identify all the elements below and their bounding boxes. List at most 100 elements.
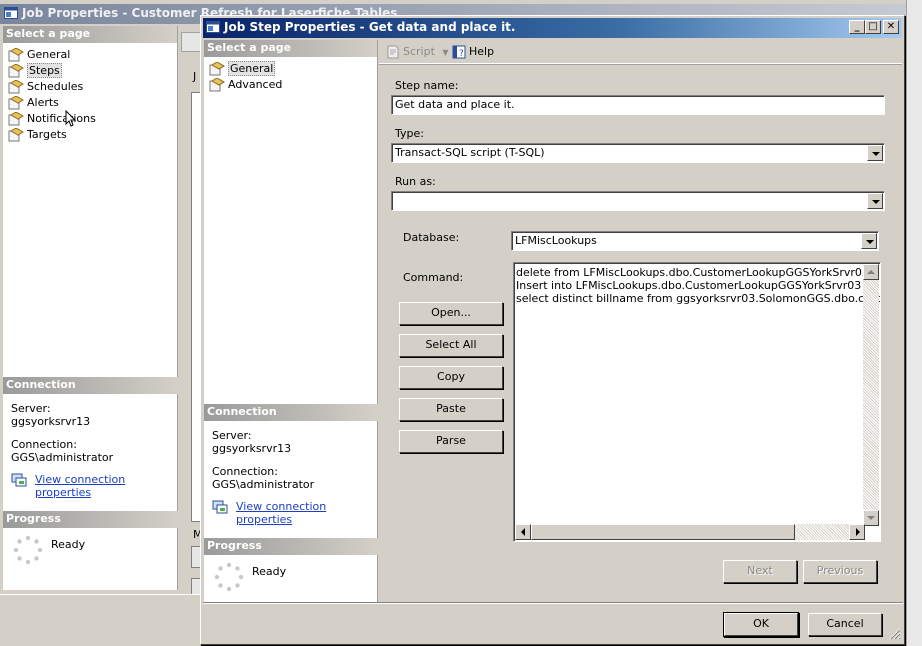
step-name-input[interactable]: Get data and place it. <box>391 95 885 115</box>
scroll-down-button[interactable] <box>863 510 879 526</box>
progress-spinner-icon <box>214 562 244 592</box>
page-icon <box>8 80 24 94</box>
help-button[interactable]: ? Help <box>449 44 494 60</box>
chevron-down-icon: ▼ <box>442 48 449 57</box>
page-icon <box>8 64 24 78</box>
connection-header: Connection <box>204 404 378 421</box>
step-name-label: Step name: <box>395 79 459 92</box>
run-as-label: Run as: <box>395 175 436 188</box>
type-label: Type: <box>395 127 424 140</box>
select-page-header: Select a page <box>204 40 377 57</box>
page-item-schedules[interactable]: Schedules <box>3 79 177 95</box>
chevron-down-icon[interactable] <box>867 145 883 161</box>
chevron-left-icon <box>521 528 525 536</box>
chevron-down-icon[interactable] <box>867 193 883 209</box>
background-window-edge <box>906 0 922 646</box>
app-icon <box>4 7 18 19</box>
chevron-down-icon[interactable] <box>861 233 877 249</box>
job-properties-left-pane: Select a page General Steps Schedules Al… <box>3 26 178 590</box>
type-select[interactable]: Transact-SQL script (T-SQL) <box>391 143 885 163</box>
cancel-button[interactable]: Cancel <box>808 613 882 636</box>
command-label: Command: <box>403 271 464 284</box>
page-item-advanced[interactable]: Advanced <box>204 77 377 93</box>
connection-value: GGS\administrator <box>212 478 315 491</box>
page-icon <box>8 96 24 110</box>
progress-section: Progress Ready <box>3 511 178 565</box>
dialog-left-pane: Select a page General Advanced Connectio… <box>204 40 378 602</box>
dialog-titlebar[interactable]: Job Step Properties - Get data and place… <box>203 18 902 38</box>
scroll-left-button[interactable] <box>515 524 531 540</box>
dialog-toolbar: Script ▼ ? Help <box>379 40 902 64</box>
app-icon <box>206 21 220 33</box>
connection-section: Connection Server: ggsyorksrvr13 Connect… <box>204 404 378 526</box>
page-icon <box>8 48 24 62</box>
resize-grip-icon[interactable] <box>889 628 901 640</box>
script-icon <box>387 45 399 59</box>
progress-status: Ready <box>51 538 86 551</box>
database-label: Database: <box>403 231 460 244</box>
ok-button[interactable]: OK <box>724 613 798 636</box>
server-label: Server: <box>212 429 252 442</box>
parse-button[interactable]: Parse <box>399 430 503 453</box>
progress-section: Progress Ready <box>204 538 378 592</box>
dialog-footer: OK Cancel <box>203 602 903 642</box>
command-text: delete from LFMiscLookups.dbo.CustomerLo… <box>516 266 880 305</box>
page-item-steps[interactable]: Steps <box>3 63 177 79</box>
maximize-icon: □ <box>868 21 878 32</box>
horizontal-scroll-thumb[interactable] <box>531 524 795 540</box>
select-all-button[interactable]: Select All <box>399 334 503 357</box>
open-button[interactable]: Open... <box>399 302 503 325</box>
progress-header: Progress <box>204 538 378 555</box>
connection-label: Connection: <box>11 438 77 451</box>
page-item-notifications[interactable]: Notifications <box>3 111 177 127</box>
page-icon <box>8 112 24 126</box>
connection-icon <box>212 500 228 514</box>
help-icon: ? <box>452 45 466 59</box>
chevron-up-icon <box>867 270 875 274</box>
minimize-button[interactable]: _ <box>849 20 865 34</box>
chevron-down-icon <box>867 516 875 520</box>
progress-status: Ready <box>252 565 287 578</box>
page-item-targets[interactable]: Targets <box>3 127 177 143</box>
server-value: ggsyorksrvr13 <box>11 415 91 428</box>
close-button[interactable]: ✕ <box>883 20 899 34</box>
page-item-general[interactable]: General <box>3 47 177 63</box>
dialog-right-pane: Script ▼ ? Help Step name: Get data and … <box>379 40 902 602</box>
svg-text:?: ? <box>459 49 464 59</box>
run-as-select[interactable] <box>391 191 885 211</box>
connection-header: Connection <box>3 377 178 394</box>
script-button[interactable]: Script ▼ <box>383 44 449 60</box>
scroll-right-button[interactable] <box>849 524 865 540</box>
maximize-button[interactable]: □ <box>865 20 881 34</box>
copy-button[interactable]: Copy <box>399 366 503 389</box>
page-item-alerts[interactable]: Alerts <box>3 95 177 111</box>
connection-icon <box>11 473 27 487</box>
job-step-properties-dialog: Job Step Properties - Get data and place… <box>200 15 905 645</box>
page-icon <box>8 128 24 142</box>
next-button[interactable]: Next <box>723 560 797 583</box>
paste-button[interactable]: Paste <box>399 398 503 421</box>
page-icon <box>209 78 225 92</box>
progress-header: Progress <box>3 511 178 528</box>
close-icon: ✕ <box>886 21 896 32</box>
chevron-right-icon <box>856 528 860 536</box>
command-textarea[interactable]: delete from LFMiscLookups.dbo.CustomerLo… <box>513 262 881 542</box>
connection-value: GGS\administrator <box>11 451 114 464</box>
bg-partial-label-j: J <box>193 70 197 83</box>
server-label: Server: <box>11 402 51 415</box>
mouse-cursor-icon <box>65 110 77 127</box>
database-select[interactable]: LFMiscLookups <box>511 231 879 251</box>
view-connection-properties-link[interactable]: View connection properties <box>236 500 378 526</box>
dialog-title: Job Step Properties - Get data and place… <box>224 20 516 34</box>
minimize-icon: _ <box>854 21 860 32</box>
progress-spinner-icon <box>13 535 43 565</box>
connection-label: Connection: <box>212 465 278 478</box>
vertical-scrollbar[interactable] <box>863 264 879 526</box>
connection-section: Connection Server: ggsyorksrvr13 Connect… <box>3 377 178 499</box>
view-connection-properties-link[interactable]: View connection properties <box>35 473 178 499</box>
scroll-up-button[interactable] <box>863 264 879 280</box>
select-page-header: Select a page <box>3 26 177 43</box>
horizontal-scrollbar[interactable] <box>515 524 865 540</box>
page-item-general[interactable]: General <box>204 61 377 77</box>
previous-button[interactable]: Previous <box>803 560 877 583</box>
